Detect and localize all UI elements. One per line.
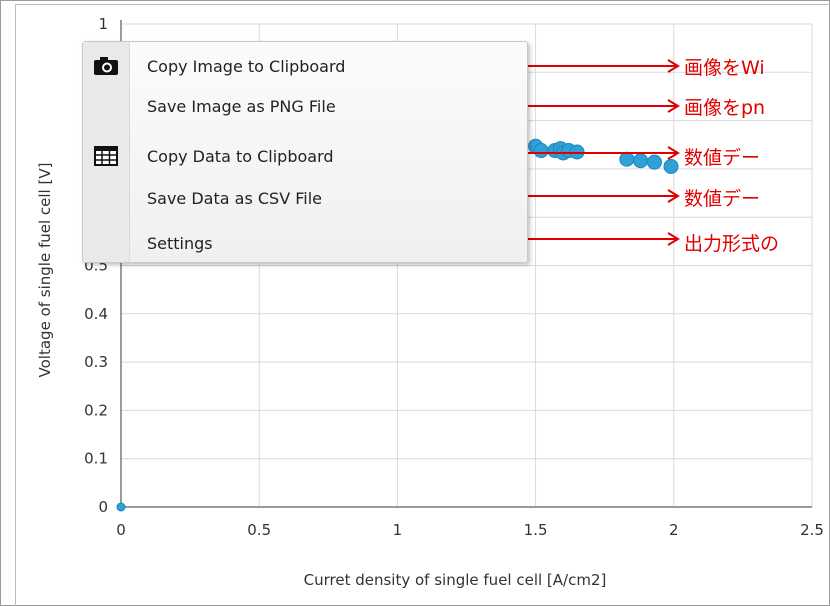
menu-item-save-png[interactable]: Save Image as PNG File [83, 86, 527, 126]
annotation-copy-data: 数値デー [684, 147, 761, 169]
menu-item-label: Settings [147, 233, 213, 253]
y-tick-label: 0.3 [84, 353, 108, 371]
table-icon [83, 136, 129, 176]
empty-icon-slot [83, 178, 129, 218]
empty-icon-slot [83, 223, 129, 263]
x-tick-label: 0.5 [247, 521, 271, 539]
menu-item-save-csv[interactable]: Save Data as CSV File [83, 178, 527, 218]
y-tick-label: 0.4 [84, 305, 108, 323]
menu-item-settings[interactable]: Settings [83, 223, 527, 263]
menu-item-label: Save Image as PNG File [147, 96, 336, 116]
y-tick-label: 0 [98, 498, 108, 516]
data-point [646, 154, 662, 170]
y-axis-title: Voltage of single fuel cell [V] [36, 163, 54, 378]
camera-icon [83, 46, 129, 86]
data-point [619, 151, 635, 167]
x-axis-title: Curret density of single fuel cell [A/cm… [304, 571, 607, 589]
x-tick-label: 2 [669, 521, 679, 539]
annotation-copy-image: 画像をWi [684, 57, 765, 79]
empty-icon-slot [83, 86, 129, 126]
data-point [663, 158, 679, 174]
x-tick-label: 1.5 [524, 521, 548, 539]
y-tick-label: 0.1 [84, 450, 108, 468]
menu-item-label: Copy Image to Clipboard [147, 56, 346, 76]
data-point [569, 144, 585, 160]
y-tick-label: 0.2 [84, 401, 108, 419]
data-point [533, 143, 549, 159]
data-point [116, 502, 126, 512]
annotation-save-csv: 数値デー [684, 188, 761, 210]
menu-item-copy-image[interactable]: Copy Image to Clipboard [83, 46, 527, 86]
menu-item-label: Save Data as CSV File [147, 188, 323, 208]
x-tick-label: 1 [393, 521, 403, 539]
x-tick-label: 2.5 [800, 521, 824, 539]
annotation-save-png: 画像をpn [684, 97, 766, 119]
data-point [633, 153, 649, 169]
menu-item-copy-data[interactable]: Copy Data to Clipboard [83, 136, 527, 176]
y-tick-label: 1 [98, 15, 108, 33]
x-tick-label: 0 [116, 521, 126, 539]
context-menu: Copy Image to Clipboard Save Image as PN… [82, 41, 528, 263]
menu-item-label: Copy Data to Clipboard [147, 146, 334, 166]
annotation-settings: 出力形式の [684, 233, 780, 255]
